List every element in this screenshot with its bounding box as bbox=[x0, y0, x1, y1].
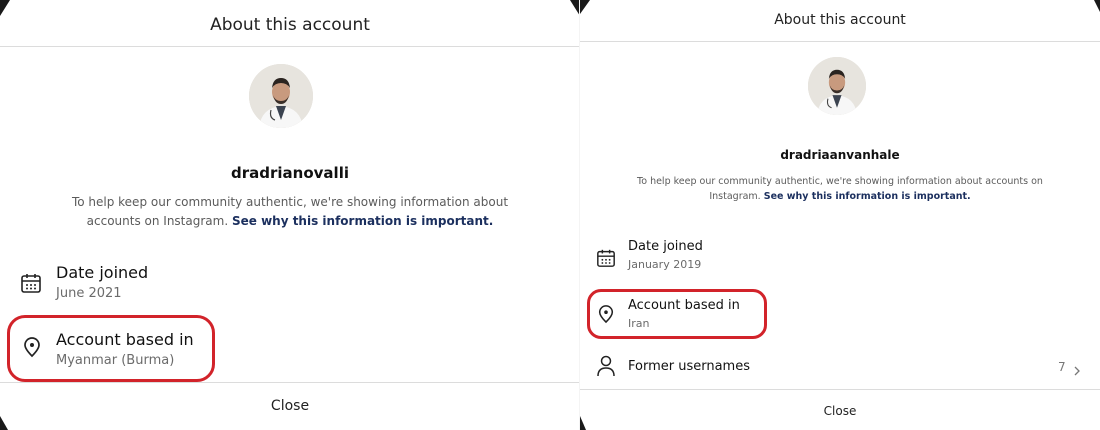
left-top-corner-mark bbox=[0, 0, 10, 16]
profile-avatar bbox=[808, 57, 866, 115]
why-important-link[interactable]: See why this information is important. bbox=[764, 191, 971, 202]
footer-divider bbox=[0, 382, 580, 383]
right-bottom-left-corner-mark bbox=[580, 416, 586, 430]
date-joined-value: June 2021 bbox=[56, 286, 122, 301]
close-button[interactable]: Close bbox=[580, 404, 1100, 418]
account-username: dradrianovalli bbox=[231, 164, 349, 182]
date-joined-label: Date joined bbox=[628, 239, 703, 254]
location-pin-icon bbox=[597, 304, 615, 324]
person-icon bbox=[596, 355, 616, 377]
dialog-title: About this account bbox=[210, 15, 370, 35]
based-in-label: Account based in bbox=[56, 330, 194, 349]
right-top-right-corner-mark bbox=[1094, 0, 1100, 12]
footer-divider bbox=[580, 389, 1100, 390]
left-bottom-corner-mark bbox=[0, 416, 8, 430]
date-joined-label: Date joined bbox=[56, 263, 149, 282]
based-in-label: Account based in bbox=[628, 298, 740, 313]
location-pin-icon bbox=[22, 336, 42, 358]
calendar-icon bbox=[20, 272, 42, 294]
info-description: To help keep our community authentic, we… bbox=[620, 175, 1060, 204]
why-important-link[interactable]: See why this information is important. bbox=[232, 214, 493, 228]
info-description: To help keep our community authentic, we… bbox=[55, 193, 525, 230]
former-usernames-row[interactable]: Former usernames bbox=[628, 359, 750, 374]
header-divider bbox=[0, 46, 580, 47]
dialog-title: About this account bbox=[774, 12, 906, 28]
close-button[interactable]: Close bbox=[0, 398, 580, 414]
profile-avatar bbox=[249, 64, 313, 128]
avatar-image bbox=[249, 64, 313, 128]
header-divider bbox=[580, 41, 1100, 42]
left-about-account-dialog: About this account dradrianovalli To hel… bbox=[0, 0, 580, 430]
right-about-account-dialog: About this account dradriaanvanhale To h… bbox=[580, 0, 1100, 430]
former-usernames-count: 7 bbox=[1058, 360, 1066, 374]
based-in-value: Myanmar (Burma) bbox=[56, 353, 175, 368]
based-in-value: Iran bbox=[628, 317, 650, 330]
avatar-image bbox=[808, 57, 866, 115]
calendar-icon bbox=[596, 248, 616, 268]
account-username: dradriaanvanhale bbox=[780, 148, 900, 162]
chevron-right-icon[interactable] bbox=[1072, 362, 1082, 376]
date-joined-value: January 2019 bbox=[628, 258, 702, 271]
